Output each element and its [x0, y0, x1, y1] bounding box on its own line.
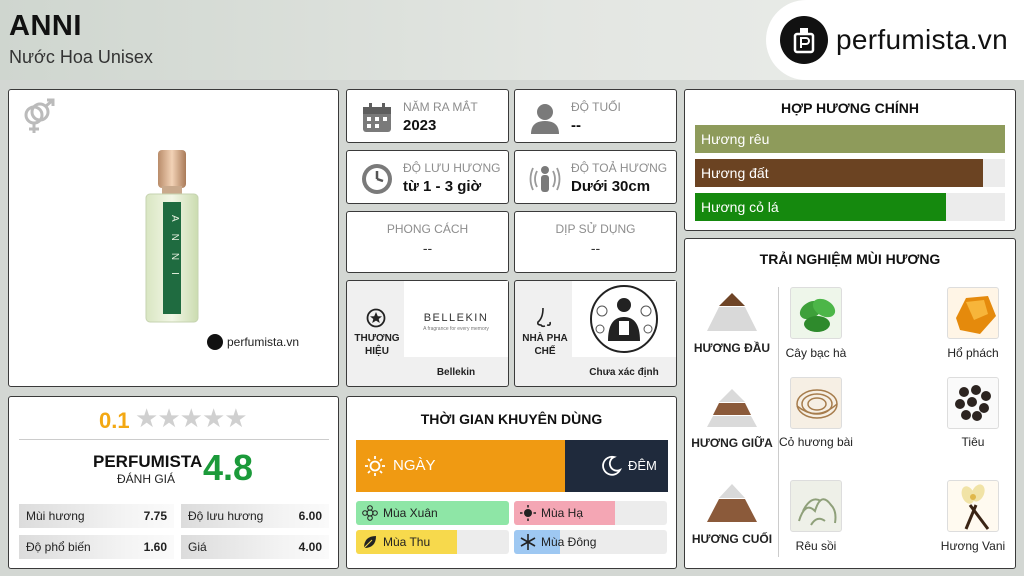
nose-icon [534, 306, 554, 335]
gender-symbol-icon [19, 98, 57, 141]
stat-longevity: Độ lưu hương 6.00 [181, 504, 329, 528]
person-icon [529, 102, 561, 134]
day-night-bar: NGÀY ĐÊM [356, 440, 668, 492]
accords-title: HỢP HƯƠNG CHÍNH [781, 100, 919, 116]
note-name: Hổ phách [947, 346, 999, 360]
stat-price: Giá 4.00 [181, 535, 329, 559]
star-icon[interactable]: ★ [180, 403, 203, 433]
product-subtitle: Nước Hoa Unisex [9, 47, 153, 67]
user-score: 0.1 [99, 408, 130, 433]
product-image-card: ANNI perfumista.vn [8, 89, 339, 387]
perfumista-label: PERFUMISTA [93, 452, 203, 471]
logo-text: perfumista.vn [836, 24, 1008, 55]
season-winter: Mùa Đông [514, 530, 667, 554]
season-summer: Mùa Hạ [514, 501, 667, 525]
clock-icon [361, 163, 393, 195]
oakmoss-image [790, 480, 842, 532]
star-badge-icon [366, 308, 386, 333]
sillage-card: ĐỘ TOẢ HƯƠNG Dưới 30cm [514, 150, 677, 204]
longevity-value: từ 1 - 3 giờ [403, 178, 482, 195]
release-year-card: NĂM RA MẮT 2023 [346, 89, 509, 143]
note-name: Hương Vani [940, 539, 1006, 553]
brand-logo: BELLEKIN A fragrance for every memory [404, 281, 508, 357]
age-value: -- [571, 117, 581, 134]
perfumer-label: NHÀ PHA CHẾ [522, 333, 568, 357]
base-notes-label: HƯƠNG CUỐI [691, 532, 773, 546]
time-title: THỜI GIAN KHUYÊN DÙNG [420, 411, 603, 427]
star-icon[interactable]: ★ [224, 403, 247, 433]
day-label: NGÀY [393, 457, 436, 474]
longevity-card: ĐỘ LƯU HƯƠNG từ 1 - 3 giờ [346, 150, 509, 204]
image-watermark: perfumista.vn [207, 334, 299, 350]
moon-icon [600, 455, 623, 482]
perfumer-card[interactable]: NHÀ PHA CHẾ Chưa xác định [514, 280, 677, 387]
amber-image [947, 287, 999, 339]
flower-icon [362, 505, 378, 521]
season-spring: Mùa Xuân [356, 501, 509, 525]
perfumista-score: 4.8 [203, 447, 254, 488]
pyramid-middle-icon [707, 389, 757, 434]
night-label: ĐÊM [628, 458, 657, 473]
occasion-value: -- [590, 240, 601, 256]
rating-card: 0.1 ★★★★★ PERFUMISTA ĐÁNH GIÁ 4.8 Mùi hư… [8, 396, 339, 569]
pepper-image [947, 377, 999, 429]
rate-label: ĐÁNH GIÁ [117, 472, 176, 486]
pyramid-top-icon [707, 293, 757, 338]
star-icon[interactable]: ★ [157, 403, 180, 433]
note-name: Tiêu [961, 435, 985, 449]
style-card: PHONG CÁCH -- [346, 211, 509, 273]
perfume-logo-icon [207, 334, 223, 350]
user-rating-stars[interactable]: ★★★★★ [135, 403, 248, 434]
note-name: Cây bạc hà [785, 346, 847, 360]
star-icon[interactable]: ★ [202, 403, 225, 433]
age-card: ĐỘ TUỔI -- [514, 89, 677, 143]
release-year: 2023 [403, 117, 437, 134]
site-logo[interactable]: perfumista.vn [766, 0, 1024, 80]
day-segment [356, 440, 566, 492]
sun-icon [365, 456, 385, 481]
brand-name: Bellekin [436, 367, 476, 378]
occasion-card: DỊP SỬ DỤNG -- [514, 211, 677, 273]
divider [19, 439, 329, 440]
vetiver-image [790, 377, 842, 429]
scent-experience-card: TRẢI NGHIỆM MÙI HƯƠNG HƯƠNG ĐẦU HƯƠNG GI… [684, 238, 1016, 569]
perfumer-image [572, 281, 676, 357]
mint-leaf-image [790, 287, 842, 339]
main-accords-card: HỢP HƯƠNG CHÍNH Hương rêu Hương đất Hươn… [684, 89, 1016, 231]
header: ANNI Nước Hoa Unisex perfumista.vn [0, 0, 1024, 80]
sillage-value: Dưới 30cm [571, 178, 651, 195]
notes-title: TRẢI NGHIỆM MÙI HƯƠNG [759, 251, 941, 267]
snowflake-icon [520, 534, 536, 550]
top-notes-label: HƯƠNG ĐẦU [693, 341, 771, 355]
stat-popularity: Độ phổ biến 1.60 [19, 535, 174, 559]
perfume-bottle-logo-icon [780, 16, 828, 64]
stat-scent: Mùi hương 7.75 [19, 504, 174, 528]
notes-divider [778, 287, 779, 557]
accord-bar: Hương rêu [695, 125, 1005, 153]
aura-person-icon [529, 163, 561, 195]
sun-icon [520, 505, 536, 521]
pyramid-base-icon [707, 484, 757, 529]
bottle-label: ANNI [169, 215, 180, 287]
middle-notes-label: HƯƠNG GIỮA [691, 436, 773, 450]
note-name: Cỏ hương bài [779, 435, 853, 449]
style-value: -- [422, 240, 433, 256]
perfumer-name: Chưa xác định [589, 367, 659, 378]
product-title: ANNI [9, 10, 82, 42]
vanilla-image [947, 480, 999, 532]
season-autumn: Mùa Thu [356, 530, 509, 554]
star-icon[interactable]: ★ [135, 403, 158, 433]
calendar-icon [361, 102, 393, 134]
accord-bar: Hương cỏ lá [695, 193, 1005, 221]
accord-bar: Hương đất [695, 159, 1005, 187]
recommended-time-card: THỜI GIAN KHUYÊN DÙNG NGÀY ĐÊM Mùa Xuân … [346, 396, 677, 569]
note-name: Rêu sồi [795, 539, 837, 553]
brand-card[interactable]: THƯƠNG HIỆU BELLEKIN A fragrance for eve… [346, 280, 509, 387]
brand-label: THƯƠNG HIỆU [354, 333, 400, 357]
leaf-icon [362, 534, 378, 550]
